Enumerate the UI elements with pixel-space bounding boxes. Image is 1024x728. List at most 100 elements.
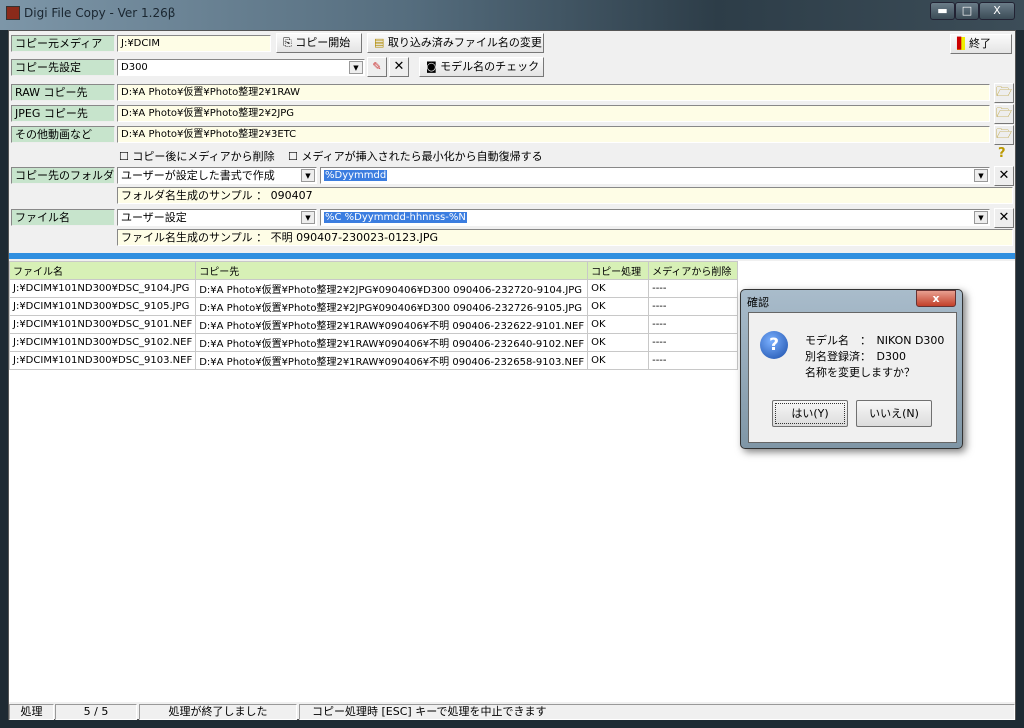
status-hint: コピー処理時 [ESC] キーで処理を中止できます — [299, 704, 1015, 720]
exit-button[interactable]: ▌ 終了 — [950, 34, 1012, 54]
status-label: 処理 — [9, 704, 54, 720]
delete-setting-button[interactable]: ✕ — [389, 57, 409, 77]
close-button[interactable]: X — [979, 2, 1015, 20]
app-icon — [6, 6, 20, 20]
copy-icon: ⎘ — [283, 36, 296, 49]
table-row[interactable]: J:¥DCIM¥101ND300¥DSC_9101.NEF D:¥A Photo¥… — [8, 315, 739, 334]
table-cell: OK — [587, 315, 650, 334]
no-button[interactable]: いいえ(N) — [856, 400, 932, 427]
maximize-button[interactable]: □ — [955, 2, 979, 20]
table-cell: J:¥DCIM¥101ND300¥DSC_9105.JPG — [8, 297, 197, 316]
table-cell: OK — [587, 333, 650, 352]
auto-restore-checkbox[interactable]: ☐ メディアが挿入されたら最小化から自動復帰する — [288, 148, 543, 164]
clear-filename-format-button[interactable]: ✕ — [994, 208, 1014, 228]
dest-setting-select[interactable]: D300 — [117, 59, 365, 76]
table-row[interactable]: J:¥DCIM¥101ND300¥DSC_9102.NEF D:¥A Photo¥… — [8, 333, 739, 352]
table-row[interactable]: J:¥DCIM¥101ND300¥DSC_9103.NEF D:¥A Photo¥… — [8, 351, 739, 370]
column-header[interactable]: ファイル名 — [8, 261, 197, 280]
jpeg-label: JPEG コピー先 — [11, 105, 115, 122]
folder-open-icon[interactable]: 🗁 — [994, 104, 1014, 124]
filename-sample: ファイル名生成のサンプル ： 不明 090407-230023-0123.JPG — [117, 229, 1013, 246]
chevron-down-icon[interactable]: ▼ — [301, 211, 315, 224]
auto-restore-label: メディアが挿入されたら最小化から自動復帰する — [301, 150, 543, 163]
model-check-label: モデル名のチェック — [440, 60, 540, 73]
question-icon: ? — [760, 331, 788, 359]
copy-start-button[interactable]: ⎘ コピー開始 — [276, 33, 362, 53]
column-header[interactable]: コピー先 — [195, 261, 589, 280]
table-cell: D:¥A Photo¥仮置¥Photo整理2¥1RAW¥090406¥不明 09… — [195, 315, 589, 334]
folder-open-icon[interactable]: 🗁 — [994, 125, 1014, 145]
chevron-down-icon[interactable]: ▼ — [974, 169, 988, 182]
delete-after-copy-label: コピー後にメディアから削除 — [132, 150, 275, 163]
door-icon: ▌ — [957, 37, 966, 50]
table-cell: J:¥DCIM¥101ND300¥DSC_9101.NEF — [8, 315, 197, 334]
table-cell: ---- — [648, 351, 739, 370]
results-table: ファイル名 コピー先 コピー処理 メディアから削除 J:¥DCIM¥101ND3… — [8, 261, 739, 370]
other-input[interactable]: D:¥A Photo¥仮置¥Photo整理2¥3ETC — [117, 126, 990, 143]
folder-open-icon[interactable]: 🗁 — [994, 83, 1014, 103]
dialog-title: 確認 — [747, 296, 769, 309]
document-icon: ▤ — [374, 36, 388, 49]
source-label: コピー元メディア — [11, 35, 115, 52]
column-header[interactable]: コピー処理 — [587, 261, 650, 280]
edit-icon: ✎ — [372, 60, 382, 73]
source-input[interactable]: J:¥DCIM — [117, 35, 271, 52]
column-header[interactable]: メディアから削除 — [648, 261, 739, 280]
filename-format-input[interactable]: %C %Dyymmdd-hhnnss-%N — [320, 209, 990, 226]
table-cell: D:¥A Photo¥仮置¥Photo整理2¥1RAW¥090406¥不明 09… — [195, 333, 589, 352]
filename-format-text: %C %Dyymmdd-hhnnss-%N — [324, 212, 467, 223]
dest-setting-label: コピー先設定 — [11, 59, 115, 76]
checkbox-icon: ☐ — [119, 150, 133, 163]
checkbox-icon: ☐ — [288, 150, 302, 163]
minimize-button[interactable]: ▬ — [930, 2, 955, 20]
table-cell: OK — [587, 297, 650, 316]
raw-input[interactable]: D:¥A Photo¥仮置¥Photo整理2¥1RAW — [117, 84, 990, 101]
other-label: その他動画など — [11, 126, 115, 143]
folder-label: コピー先のフォルダ — [11, 167, 115, 184]
table-row[interactable]: J:¥DCIM¥101ND300¥DSC_9104.JPG D:¥A Photo¥… — [8, 279, 739, 298]
table-cell: ---- — [648, 297, 739, 316]
chevron-down-icon[interactable]: ▼ — [349, 61, 363, 74]
yes-button[interactable]: はい(Y) — [772, 400, 848, 427]
dialog-body: ? モデル名 ： NIKON D300 別名登録済： D300 名称を変更します… — [748, 312, 957, 443]
clear-folder-format-button[interactable]: ✕ — [994, 166, 1014, 186]
help-icon[interactable]: ? — [998, 146, 1006, 161]
dialog-line-question: 名称を変更しますか？ — [805, 366, 915, 379]
x-icon: ✕ — [998, 168, 1010, 183]
model-check-button[interactable]: ◙ モデル名のチェック — [419, 57, 544, 77]
folder-mode-select[interactable]: ユーザーが設定した書式で作成 — [117, 167, 317, 184]
x-icon: ✕ — [393, 59, 405, 74]
dialog-close-button[interactable]: x — [916, 290, 956, 307]
delete-after-copy-checkbox[interactable]: ☐ コピー後にメディアから削除 — [119, 148, 275, 164]
rename-imported-label: 取り込み済みファイル名の変更 — [387, 36, 542, 49]
table-header: ファイル名 コピー先 コピー処理 メディアから削除 — [8, 261, 739, 280]
table-row[interactable]: J:¥DCIM¥101ND300¥DSC_9105.JPG D:¥A Photo¥… — [8, 297, 739, 316]
progress-bar — [9, 253, 1015, 259]
exit-label: 終了 — [968, 37, 991, 50]
edit-setting-button[interactable]: ✎ — [367, 57, 387, 77]
table-cell: ---- — [648, 279, 739, 298]
rename-imported-button[interactable]: ▤ 取り込み済みファイル名の変更 — [367, 33, 544, 53]
dialog-line-model: モデル名 ： NIKON D300 — [805, 334, 945, 347]
table-cell: OK — [587, 279, 650, 298]
x-icon: ✕ — [998, 210, 1010, 225]
status-message: 処理が終了しました — [139, 704, 297, 720]
dialog-line-alias: 別名登録済： D300 — [805, 350, 906, 363]
window-title: Digi File Copy - Ver 1.26β — [24, 6, 176, 20]
chevron-down-icon[interactable]: ▼ — [974, 211, 988, 224]
folder-format-input[interactable]: %Dyymmdd — [320, 167, 990, 184]
camera-icon: ◙ — [426, 60, 441, 73]
filename-mode-select[interactable]: ユーザー設定 — [117, 209, 317, 226]
chevron-down-icon[interactable]: ▼ — [301, 169, 315, 182]
jpeg-input[interactable]: D:¥A Photo¥仮置¥Photo整理2¥2JPG — [117, 105, 990, 122]
table-cell: J:¥DCIM¥101ND300¥DSC_9103.NEF — [8, 351, 197, 370]
confirm-dialog: 確認 x ? モデル名 ： NIKON D300 別名登録済： D300 名称を… — [740, 289, 963, 449]
raw-label: RAW コピー先 — [11, 84, 115, 101]
copy-start-label: コピー開始 — [295, 36, 351, 49]
status-progress: 5 / 5 — [55, 704, 137, 720]
table-cell: D:¥A Photo¥仮置¥Photo整理2¥1RAW¥090406¥不明 09… — [195, 351, 589, 370]
title-bar[interactable]: Digi File Copy - Ver 1.26β ▬ □ X — [0, 0, 1024, 30]
table-cell: D:¥A Photo¥仮置¥Photo整理2¥2JPG¥090406¥D300 … — [195, 279, 589, 298]
folder-sample: フォルダ名生成のサンプル ： 090407 — [117, 187, 1013, 204]
table-cell: J:¥DCIM¥101ND300¥DSC_9104.JPG — [8, 279, 197, 298]
